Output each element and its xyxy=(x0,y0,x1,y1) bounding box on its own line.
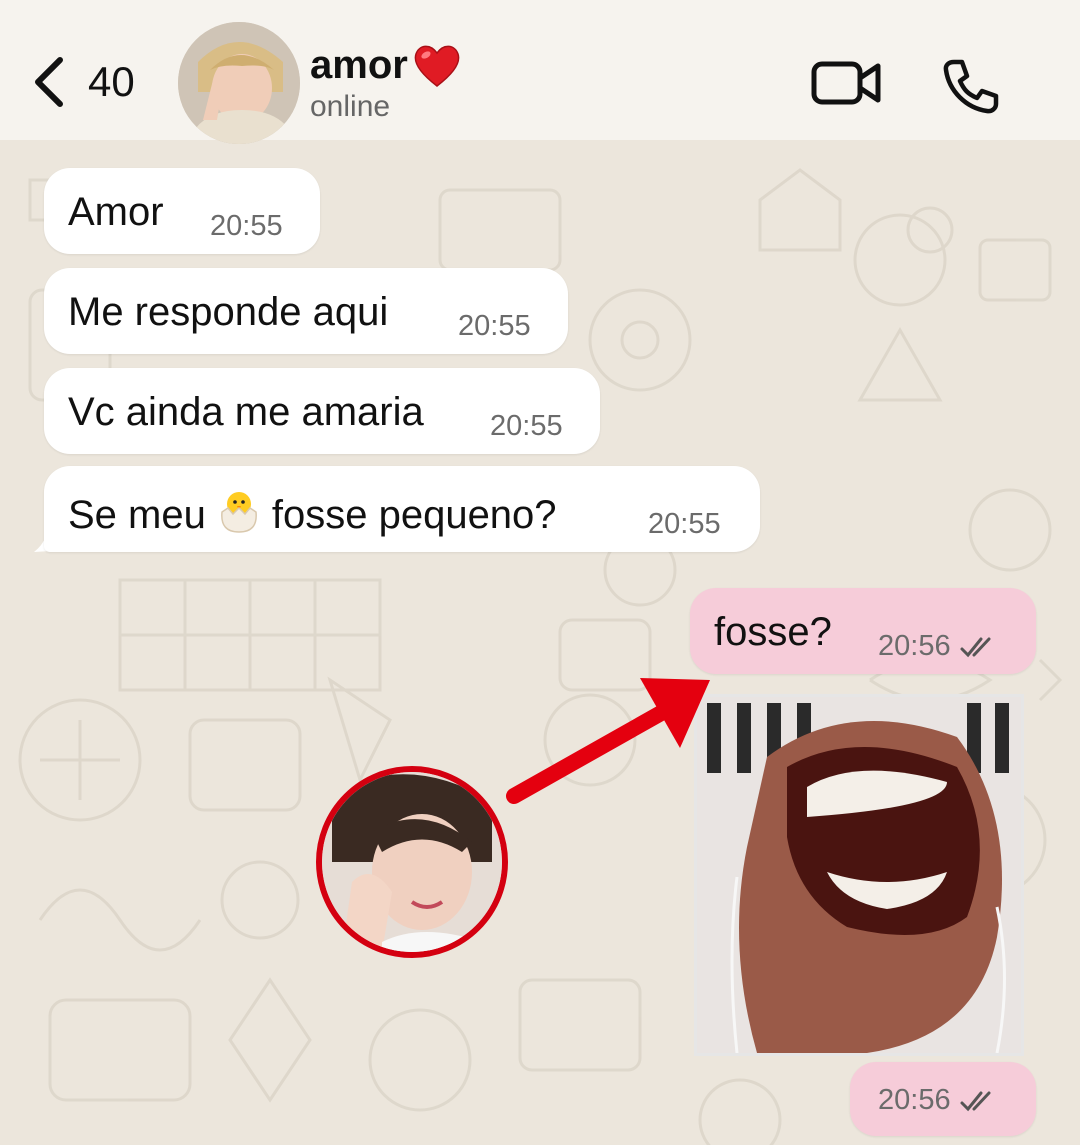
contact-status: online xyxy=(310,90,391,123)
contact-info[interactable]: amor online xyxy=(310,42,462,124)
message-text: Amor xyxy=(68,190,164,234)
read-receipt-icon xyxy=(960,1091,991,1112)
message-bubble-incoming[interactable]: Se meu fosse pequeno? 20:55 xyxy=(44,466,760,552)
heart-icon xyxy=(414,45,460,87)
message-bubble-incoming[interactable]: Vc ainda me amaria 20:55 xyxy=(44,368,600,454)
video-call-icon[interactable] xyxy=(810,56,882,110)
message-time: 20:55 xyxy=(458,310,531,342)
message-time: 20:56 xyxy=(878,630,951,662)
unread-count: 40 xyxy=(88,58,135,105)
message-time: 20:55 xyxy=(210,210,283,242)
meme-image xyxy=(697,697,1021,1053)
message-text-after: fosse pequeno? xyxy=(271,493,557,537)
contact-name: amor xyxy=(310,42,408,87)
message-text: Vc ainda me amaria xyxy=(68,390,424,434)
contact-name-row: amor xyxy=(310,42,462,88)
message-text-before: Se meu xyxy=(68,493,206,537)
phone-call-icon[interactable] xyxy=(940,56,1000,116)
back-chevron-icon xyxy=(35,57,63,107)
message-text: Me responde aqui xyxy=(68,290,389,334)
hatching-chick-emoji xyxy=(220,492,257,533)
message-text: fosse? xyxy=(714,610,832,654)
annotation-arrow xyxy=(506,678,710,804)
back-button[interactable]: 40 xyxy=(30,52,140,112)
message-time-row: 20:56 xyxy=(878,1084,997,1117)
message-time: 20:56 xyxy=(878,1084,951,1116)
message-time-bubble[interactable]: 20:56 xyxy=(850,1062,1036,1136)
message-time: 20:55 xyxy=(648,508,721,540)
annotation-circle-photo xyxy=(316,766,508,958)
chat-header: 40 amor online xyxy=(0,0,1080,144)
circle-portrait xyxy=(322,772,502,952)
contact-avatar[interactable] xyxy=(178,22,300,144)
message-image-outgoing[interactable] xyxy=(694,694,1024,1056)
message-bubble-outgoing[interactable]: fosse? 20:56 xyxy=(690,588,1036,674)
message-time-row: 20:56 xyxy=(878,630,997,663)
message-bubble-incoming[interactable]: Amor 20:55 xyxy=(44,168,320,254)
read-receipt-icon xyxy=(960,637,991,658)
message-bubble-incoming[interactable]: Me responde aqui 20:55 xyxy=(44,268,568,354)
message-time: 20:55 xyxy=(490,410,563,442)
avatar-photo xyxy=(178,22,300,144)
message-text: Se meu fosse pequeno? xyxy=(68,488,557,538)
